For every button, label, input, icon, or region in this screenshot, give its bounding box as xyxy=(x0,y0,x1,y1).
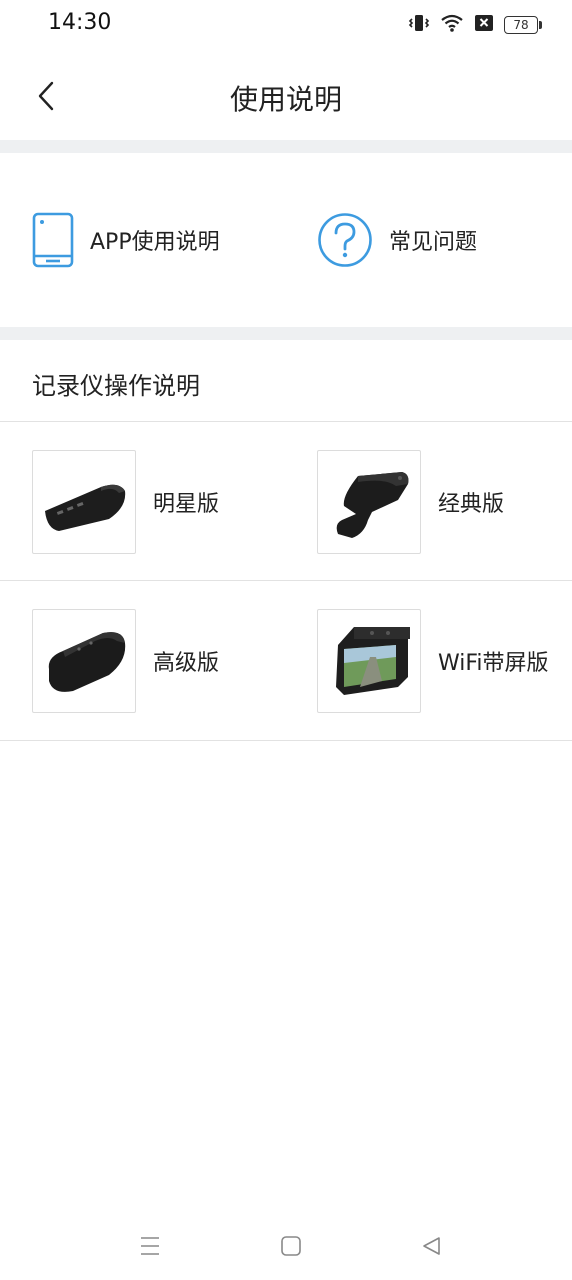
device-label: 明星版 xyxy=(153,492,220,517)
menu-button[interactable] xyxy=(135,1231,165,1261)
question-circle-icon xyxy=(318,213,372,267)
device-label: 经典版 xyxy=(438,492,505,517)
status-icons: 78 xyxy=(408,12,542,38)
device-item-classic[interactable]: 经典版 xyxy=(317,450,504,554)
device-thumbnail xyxy=(32,609,136,713)
back-nav-button[interactable] xyxy=(416,1231,446,1261)
back-triangle-icon xyxy=(423,1237,440,1255)
help-row: APP使用说明 常见问题 xyxy=(0,153,572,327)
menu-icon xyxy=(141,1237,159,1255)
device-label: 高级版 xyxy=(153,651,220,676)
tablet-icon xyxy=(32,212,74,268)
device-label: WiFi带屏版 xyxy=(438,651,549,676)
dashcam-image xyxy=(48,632,126,692)
no-sim-icon xyxy=(474,14,494,36)
divider-line xyxy=(0,421,572,422)
section-divider xyxy=(0,140,572,153)
wifi-icon xyxy=(440,13,464,37)
device-thumbnail xyxy=(317,609,421,713)
app-manual-label: APP使用说明 xyxy=(90,230,220,255)
status-time: 14:30 xyxy=(48,10,112,35)
faq-label: 常见问题 xyxy=(389,230,478,255)
dashcam-image xyxy=(336,472,409,538)
device-item-star[interactable]: 明星版 xyxy=(32,450,219,554)
header: 使用说明 xyxy=(0,50,572,140)
device-item-advanced[interactable]: 高级版 xyxy=(32,609,219,713)
section-divider xyxy=(0,327,572,340)
home-button[interactable] xyxy=(276,1231,306,1261)
section-title: 记录仪操作说明 xyxy=(32,372,200,400)
divider-line xyxy=(0,740,572,741)
battery-indicator: 78 xyxy=(504,16,542,34)
dashcam-image xyxy=(336,627,410,695)
vibrate-icon xyxy=(408,13,430,37)
device-item-wifi-screen[interactable]: WiFi带屏版 xyxy=(317,609,549,713)
dashcam-image xyxy=(45,484,126,531)
device-thumbnail xyxy=(317,450,421,554)
system-nav-bar xyxy=(0,1215,572,1275)
divider-line xyxy=(0,580,572,581)
page-title: 使用说明 xyxy=(229,83,342,116)
faq-button[interactable]: 常见问题 xyxy=(317,211,477,269)
home-square-icon xyxy=(281,1236,301,1256)
device-thumbnail xyxy=(32,450,136,554)
status-bar: 14:30 78 xyxy=(0,0,572,50)
app-manual-button[interactable]: APP使用说明 xyxy=(32,211,220,269)
